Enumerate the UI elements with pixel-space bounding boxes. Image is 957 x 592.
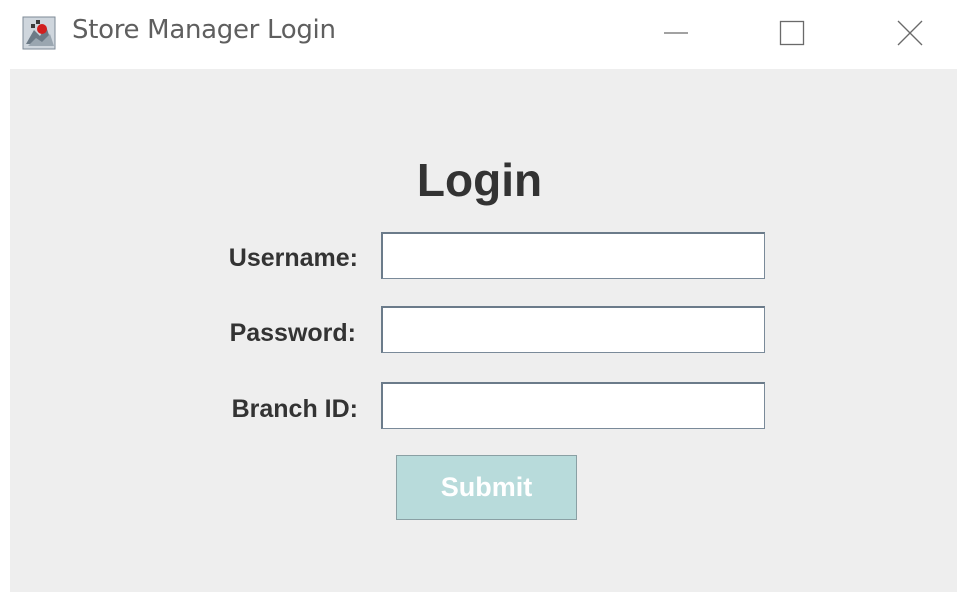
close-button[interactable] (886, 14, 934, 52)
password-label: Password: (229, 319, 356, 347)
branch-id-label: Branch ID: (231, 395, 358, 423)
login-window: Store Manager Login Login Username: Pass… (0, 0, 957, 592)
minimize-icon (664, 32, 688, 34)
title-bar[interactable]: Store Manager Login (0, 0, 957, 68)
branch-id-field[interactable] (381, 382, 765, 429)
password-field[interactable] (381, 306, 765, 353)
username-field[interactable] (381, 232, 765, 279)
window-title: Store Manager Login (72, 15, 336, 45)
login-heading: Login (416, 154, 543, 206)
maximize-button[interactable] (768, 14, 816, 52)
maximize-icon (779, 20, 805, 46)
minimize-button[interactable] (652, 14, 700, 52)
java-app-icon (22, 16, 56, 50)
username-label: Username: (228, 244, 358, 272)
submit-button[interactable]: Submit (396, 455, 577, 520)
close-icon (897, 20, 923, 46)
login-panel: Login Username: Password: Branch ID: Sub… (10, 69, 957, 592)
